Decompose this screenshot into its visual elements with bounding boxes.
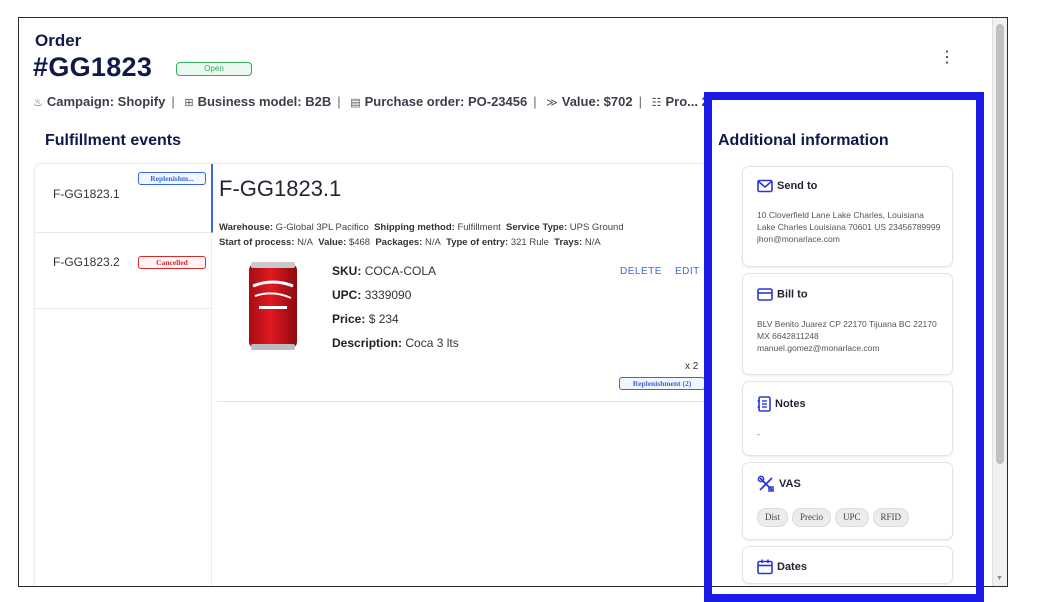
price-value: $ 234 — [368, 312, 399, 326]
event-info-line-2: Start of process: N/A Value: $468 Packag… — [219, 237, 601, 248]
event-detail-title: F-GG1823.1 — [219, 176, 342, 201]
warehouse-value: G-Global 3PL Pacifico — [275, 222, 369, 233]
order-id: #GG1823 — [33, 52, 153, 82]
business-model-icon: ⊞ — [184, 97, 194, 109]
price-label: Price: — [332, 312, 366, 326]
trays-value: N/A — [584, 237, 601, 248]
vas-chip[interactable]: RFID — [872, 508, 910, 527]
order-label: Order — [35, 31, 82, 50]
page-scrollbar[interactable]: ▼ — [992, 18, 1007, 586]
vas-chip[interactable]: Precio — [792, 508, 832, 527]
value-label: Value: — [318, 237, 347, 248]
purchase-order-icon: ▤ — [350, 97, 361, 109]
more-options-button[interactable]: ⋮ — [939, 48, 955, 68]
scroll-thumb[interactable] — [996, 24, 1004, 464]
meta-separator: | — [337, 94, 341, 109]
start-label: Start of process: — [219, 237, 295, 248]
fulfillment-events-card: F-GG1823.1 Replenishm... F-GG1823.2 Canc… — [35, 164, 717, 586]
packages-label: Packages: — [375, 237, 423, 248]
event-more-button[interactable]: ⋮ — [703, 182, 717, 199]
upc-label: UPC: — [332, 288, 362, 302]
status-badge: Open — [176, 62, 252, 76]
notes-text: - — [757, 429, 760, 439]
notes-icon — [757, 396, 771, 412]
extra-value: Pro... 2 — [665, 94, 709, 109]
campaign-value: Campaign: Shopify — [46, 94, 166, 109]
upc-value: 3339090 — [364, 288, 412, 302]
vas-chips: Dist Precio UPC RFID — [757, 507, 913, 527]
event-info-line-1: Warehouse: G-Global 3PL Pacifico Shippin… — [219, 222, 624, 233]
credit-card-icon — [757, 288, 773, 301]
trays-label: Trays: — [554, 237, 583, 248]
bill-to-label: Bill to — [777, 288, 808, 301]
sku-line: SKU: COCA-COLA — [332, 264, 436, 278]
mail-icon — [757, 179, 773, 193]
service-type-label: Service Type: — [506, 222, 568, 233]
packages-value: N/A — [424, 237, 441, 248]
dates-card: Dates — [743, 547, 952, 583]
bill-to-title: Bill to — [757, 288, 808, 301]
meta-separator: | — [638, 94, 642, 109]
send-to-address: 10 Cloverfield Lane Lake Charles, Louisi… — [757, 210, 941, 244]
quantity: x 2 — [685, 361, 699, 372]
extra-icon: ☷ — [651, 97, 662, 109]
vas-title: VAS — [757, 475, 801, 493]
warehouse-label: Warehouse: — [219, 222, 274, 233]
bill-to-address: BLV Benito Juarez CP 22170 Tijuana BC 22… — [757, 319, 937, 353]
order-meta-row: ♨ Campaign: Shopify | ⊞ Business model: B2B… — [33, 94, 709, 109]
order-value: Value: $702 — [561, 94, 633, 109]
event-list: F-GG1823.1 Replenishm... F-GG1823.2 Canc… — [35, 164, 213, 586]
send-to-title: Send to — [757, 179, 817, 193]
fulfillment-events-title: Fulfillment events — [45, 132, 182, 149]
scroll-down-arrow-icon[interactable]: ▼ — [996, 575, 1003, 582]
event-status-badge: Cancelled — [138, 256, 206, 269]
meta-separator: | — [533, 94, 537, 109]
shipping-method-label: Shipping method: — [374, 222, 455, 233]
send-to-card: Send to 10 Cloverfield Lane Lake Charles… — [743, 167, 952, 266]
event-item[interactable]: F-GG1823.1 Replenishm... — [35, 164, 213, 233]
sku-label: SKU: — [332, 264, 362, 278]
notes-label: Notes — [775, 397, 806, 410]
vas-chip[interactable]: UPC — [835, 508, 869, 527]
entry-type-label: Type of entry: — [446, 237, 509, 248]
event-type-badge: Replenishm... — [138, 172, 206, 185]
tools-icon — [757, 475, 774, 492]
purchase-order-value: Purchase order: PO-23456 — [364, 94, 528, 109]
send-to-label: Send to — [777, 179, 818, 192]
event-name: F-GG1823.1 — [53, 187, 120, 201]
value-icon: ≫ — [546, 97, 558, 109]
vas-card: VAS Dist Precio UPC RFID — [743, 463, 952, 539]
price-line: Price: $ 234 — [332, 312, 399, 326]
event-item[interactable]: F-GG1823.2 Cancelled — [35, 232, 211, 309]
sku-value: COCA-COLA — [364, 264, 437, 278]
dates-label: Dates — [777, 560, 807, 573]
upc-line: UPC: 3339090 — [332, 288, 411, 302]
value-value: $468 — [348, 237, 371, 248]
product-image — [249, 262, 297, 350]
start-value: N/A — [297, 237, 313, 248]
calendar-icon — [757, 559, 773, 575]
description-value: Coca 3 lts — [405, 336, 459, 350]
event-detail: F-GG1823.1 ⋮ Warehouse: G-Global 3PL Pac… — [217, 164, 717, 586]
shipping-method-value: Fulfillment — [457, 222, 501, 233]
bill-to-card: Bill to BLV Benito Juarez CP 22170 Tijua… — [743, 274, 952, 374]
dates-title: Dates — [757, 559, 807, 575]
notes-card: Notes - — [743, 382, 952, 455]
entry-type-value: 321 Rule — [510, 237, 549, 248]
description-line: Description: Coca 3 lts — [332, 336, 459, 350]
description-label: Description: — [332, 336, 403, 350]
item-type-badge: Replenishment (2) — [619, 377, 705, 390]
divider — [217, 401, 707, 402]
service-type-value: UPS Ground — [569, 222, 624, 233]
delete-button[interactable]: DELETE — [620, 266, 662, 277]
event-name: F-GG1823.2 — [53, 255, 120, 269]
additional-info-title: Additional information — [718, 132, 889, 149]
edit-button[interactable]: EDIT — [675, 266, 700, 277]
vas-chip[interactable]: Dist — [757, 508, 789, 527]
notes-title: Notes — [757, 396, 806, 412]
vas-label: VAS — [779, 477, 801, 490]
business-model-value: Business model: B2B — [197, 94, 332, 109]
campaign-icon: ♨ — [33, 97, 43, 109]
meta-separator: | — [171, 94, 175, 109]
